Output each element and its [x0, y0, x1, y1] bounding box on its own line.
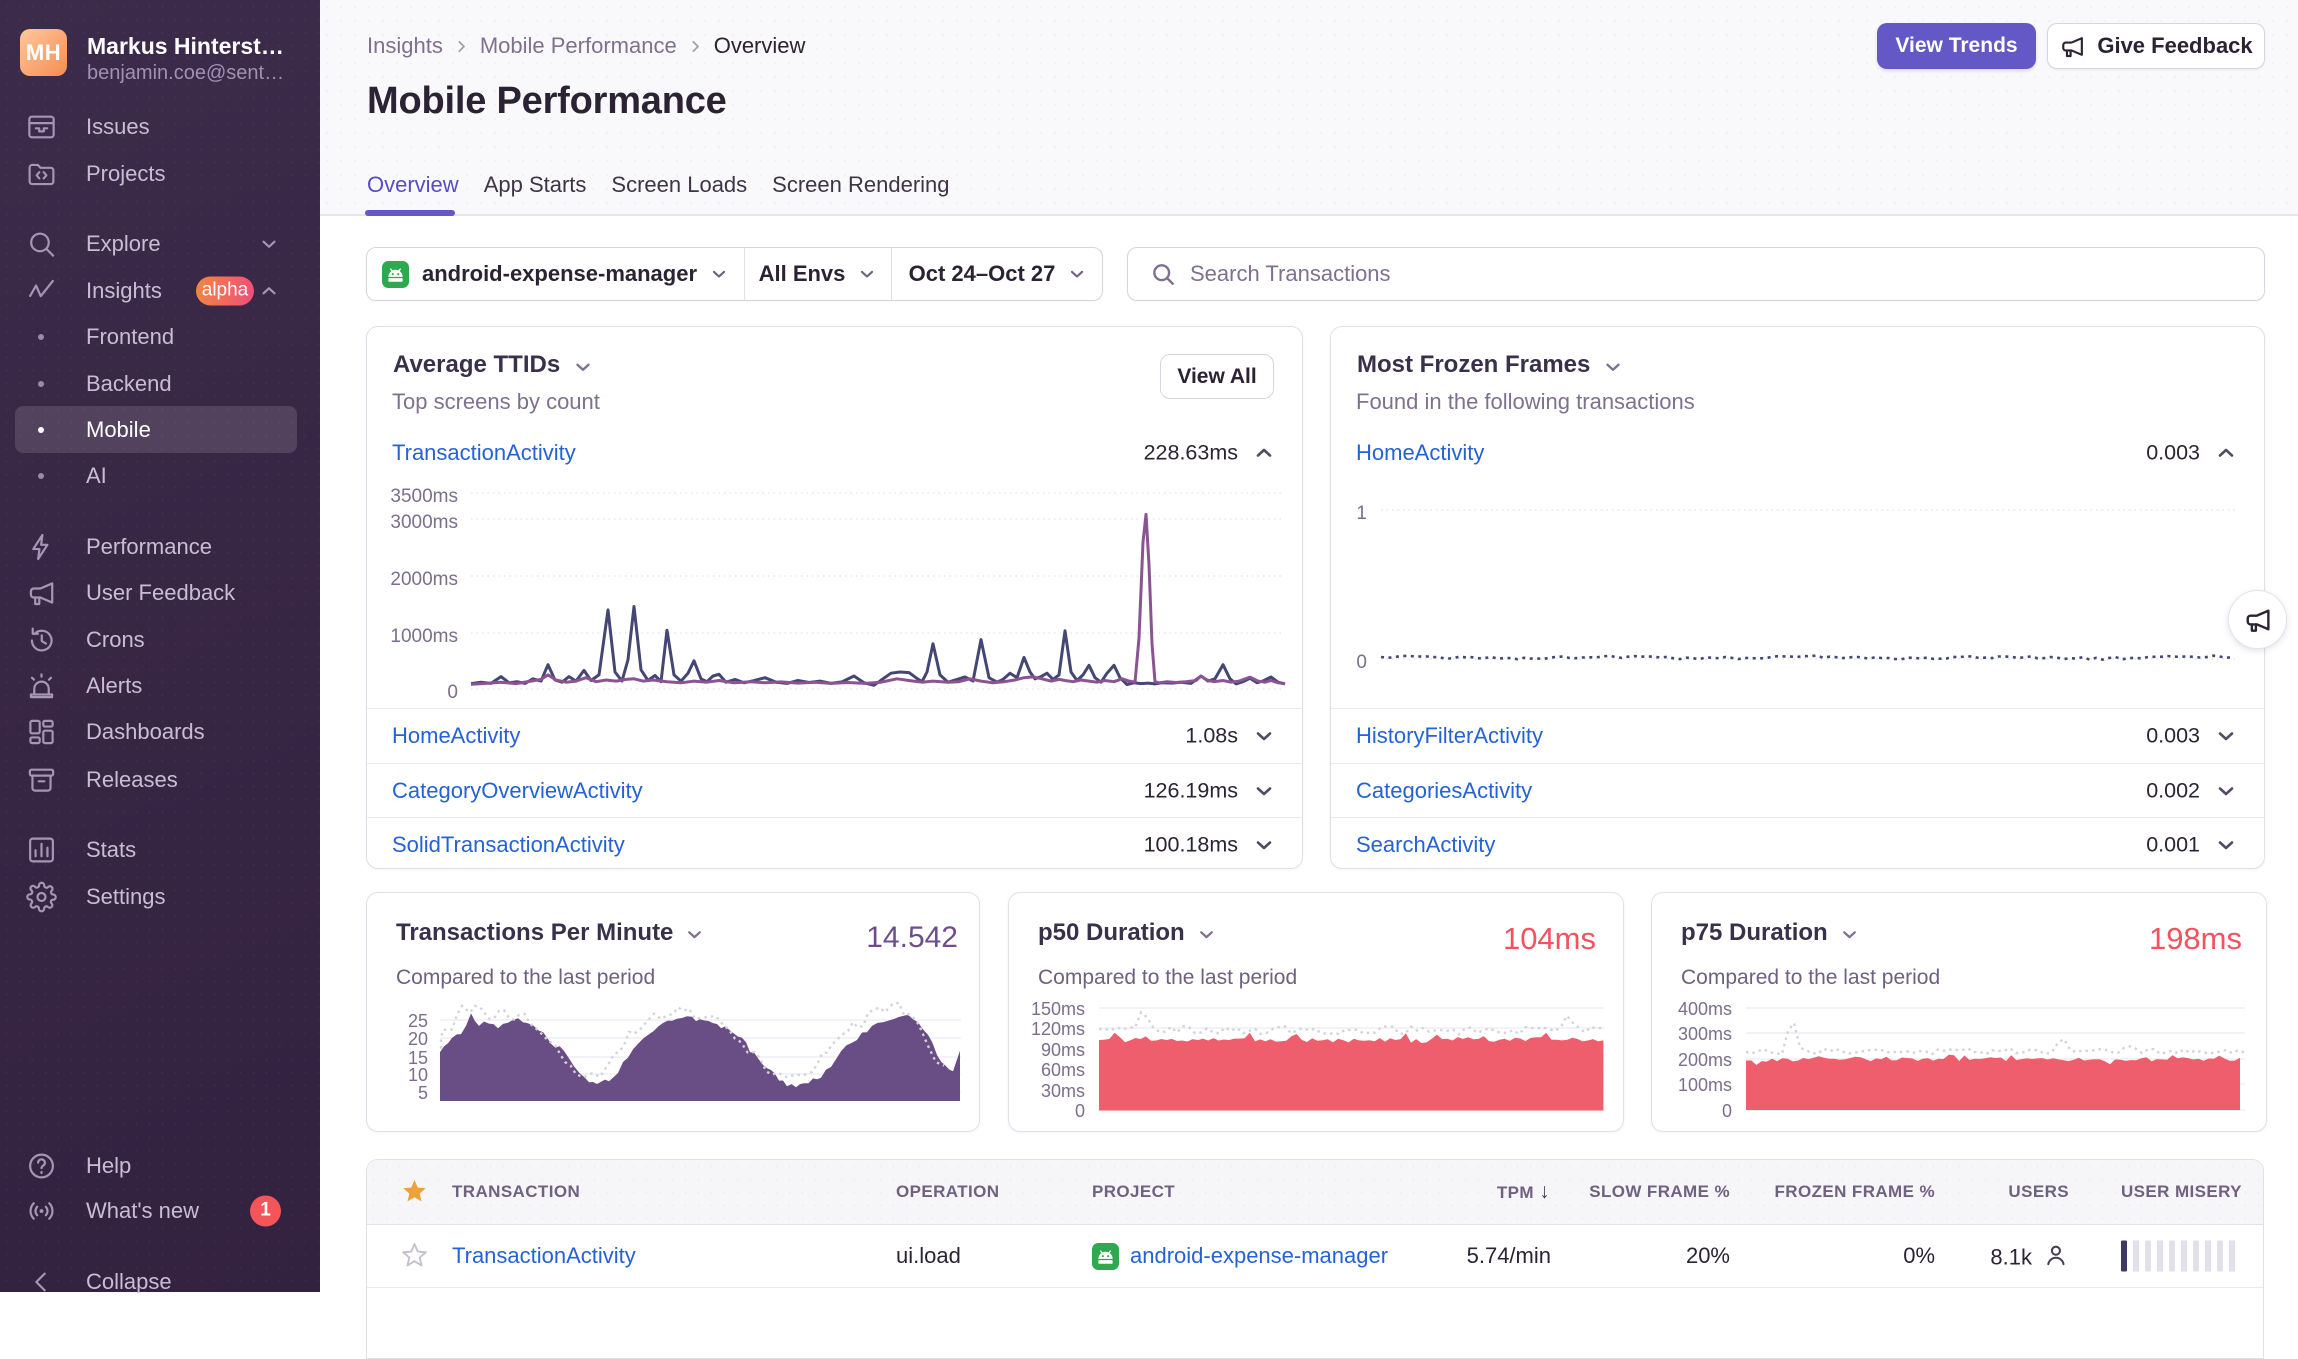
- svg-text:0: 0: [1722, 1101, 1732, 1121]
- svg-text:3500ms: 3500ms: [390, 486, 458, 507]
- svg-text:200ms: 200ms: [1678, 1050, 1732, 1070]
- svg-text:120ms: 120ms: [1031, 1019, 1085, 1039]
- svg-text:25: 25: [408, 1011, 428, 1031]
- svg-text:5: 5: [418, 1083, 428, 1103]
- svg-text:1000ms: 1000ms: [390, 626, 458, 647]
- svg-text:400ms: 400ms: [1678, 999, 1732, 1019]
- svg-text:10: 10: [408, 1065, 428, 1085]
- svg-text:150ms: 150ms: [1031, 999, 1085, 1019]
- svg-text:100ms: 100ms: [1678, 1075, 1732, 1095]
- svg-text:0: 0: [447, 682, 458, 703]
- svg-text:2000ms: 2000ms: [390, 569, 458, 590]
- svg-text:0: 0: [1075, 1101, 1085, 1121]
- svg-text:0: 0: [1356, 652, 1367, 673]
- svg-text:60ms: 60ms: [1041, 1060, 1085, 1080]
- svg-text:3000ms: 3000ms: [390, 512, 458, 533]
- svg-text:30ms: 30ms: [1041, 1081, 1085, 1101]
- svg-text:1: 1: [1356, 503, 1367, 524]
- svg-text:300ms: 300ms: [1678, 1024, 1732, 1044]
- svg-text:20: 20: [408, 1029, 428, 1049]
- svg-text:90ms: 90ms: [1041, 1040, 1085, 1060]
